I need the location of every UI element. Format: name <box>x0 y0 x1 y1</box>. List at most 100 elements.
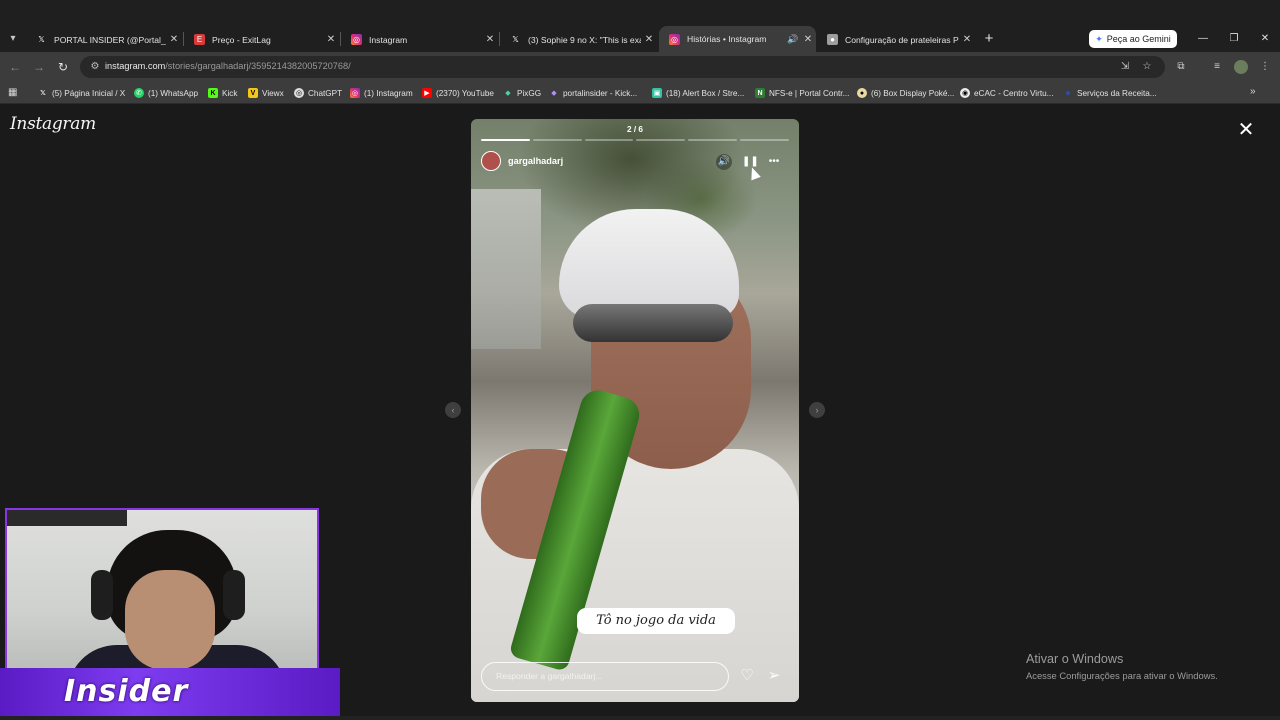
reload-button[interactable]: ↻ <box>55 59 71 75</box>
toolbar: ← → ↻ ⚙ instagram.com/stories/gargalhada… <box>0 52 1280 82</box>
gemini-button[interactable]: ✦ Peça ao Gemini <box>1089 30 1177 48</box>
close-icon[interactable]: ✕ <box>323 34 339 45</box>
instagram-logo[interactable]: Instagram <box>10 114 96 134</box>
close-icon[interactable]: ✕ <box>482 34 498 45</box>
close-icon[interactable]: ✕ <box>641 34 657 45</box>
tab-instagram[interactable]: ◎ Instagram ✕ <box>341 27 498 52</box>
windows-activation-watermark: Ativar o Windows Acesse Configurações pa… <box>1026 652 1218 681</box>
more-bookmarks-icon[interactable]: » <box>1250 86 1256 97</box>
bookmark-star-icon[interactable]: ☆ <box>1140 60 1154 74</box>
story-user-avatar[interactable] <box>481 151 501 171</box>
bookmark-x[interactable]: 𝕏 (5) Página Inicial / X <box>38 86 125 100</box>
menu-icon[interactable]: ⋮ <box>1257 60 1273 76</box>
extensions-icon[interactable]: ⧉ <box>1173 60 1189 76</box>
previous-story-button[interactable]: ‹ <box>445 402 461 418</box>
profile-avatar[interactable] <box>1234 60 1250 76</box>
ecac-icon: ◉ <box>960 88 970 98</box>
chatgpt-icon: ◎ <box>294 88 304 98</box>
insider-logo: Insider <box>64 674 189 709</box>
forward-button[interactable]: → <box>31 59 47 75</box>
progress-segment <box>740 139 789 141</box>
apps-grid-icon[interactable]: ▦ <box>8 87 20 99</box>
bookmark-label: Serviços da Receita... <box>1077 88 1157 98</box>
story-close-button[interactable]: ✕ <box>1236 120 1256 140</box>
back-button[interactable]: ← <box>7 59 23 75</box>
bookmark-label: (5) Página Inicial / X <box>52 88 126 98</box>
reply-input[interactable]: Responder a gargalhadarj... <box>481 662 729 691</box>
media-control-icon[interactable]: ≡ <box>1209 60 1225 76</box>
bookmark-label: Kick <box>222 88 238 98</box>
bookmark-youtube[interactable]: ▶ (2370) YouTube <box>422 86 494 100</box>
exitlag-icon: E <box>194 34 205 45</box>
bookmark-alert-box[interactable]: ▣ (18) Alert Box / Stre... <box>652 86 744 100</box>
bookmark-label: eCAC - Centro Virtu... <box>974 88 1054 98</box>
bookmark-chatgpt[interactable]: ◎ ChatGPT <box>294 86 342 100</box>
install-app-icon[interactable]: ⇲ <box>1118 60 1132 74</box>
close-icon[interactable]: ✕ <box>959 34 975 45</box>
pixgg-icon: ◆ <box>505 90 511 97</box>
new-tab-button[interactable]: + <box>980 30 998 48</box>
bookmark-instagram[interactable]: ◎ (1) Instagram <box>350 86 413 100</box>
url-text[interactable]: instagram.com/stories/gargalhadarj/35952… <box>105 61 351 71</box>
kick-icon: K <box>208 88 218 98</box>
site-info-icon[interactable]: ⚙ <box>88 60 102 74</box>
bookmark-portalinsider-kick[interactable]: ◆ portalinsider - Kick... <box>549 86 637 100</box>
kick-icon: ◆ <box>551 90 557 97</box>
activation-title: Ativar o Windows <box>1026 652 1124 666</box>
progress-segment <box>584 139 634 141</box>
bookmark-label: PixGG <box>517 88 542 98</box>
browser-window: ▾ 𝕏 PORTAL INSIDER (@Portal_Insid ✕ E Pr… <box>0 0 1280 720</box>
tab-title: PORTAL INSIDER (@Portal_Insid <box>54 34 166 45</box>
bookmark-kick[interactable]: K Kick <box>208 86 237 100</box>
nfse-icon: N <box>755 88 765 98</box>
bookmark-receita[interactable]: ◆ Serviços da Receita... <box>1063 86 1157 100</box>
whatsapp-icon: ✆ <box>134 88 144 98</box>
tab-sophie[interactable]: 𝕏 (3) Sophie 9 no X: "This is exact ✕ <box>500 27 657 52</box>
window-close-button[interactable]: ✕ <box>1256 30 1274 48</box>
restore-button[interactable]: ❐ <box>1225 30 1243 48</box>
tab-search-icon[interactable]: ▾ <box>4 30 22 48</box>
webcam-overlay <box>5 508 319 680</box>
story-header: gargalhadarj <box>481 151 563 171</box>
close-icon[interactable]: ✕ <box>166 34 182 45</box>
tab-portal-insider[interactable]: 𝕏 PORTAL INSIDER (@Portal_Insid ✕ <box>26 27 182 52</box>
instagram-icon: ◎ <box>669 33 680 45</box>
tab-historias-instagram[interactable]: ◎ Histórias • Instagram 🔊 ✕ <box>659 26 816 52</box>
volume-icon[interactable]: 🔊 <box>716 154 732 170</box>
progress-segment <box>688 139 738 141</box>
story-image-sunglasses <box>573 304 733 342</box>
x-icon: 𝕏 <box>38 35 45 44</box>
bookmark-nfse[interactable]: N NFS-e | Portal Contr... <box>755 86 849 100</box>
sparkle-icon: ✦ <box>1095 33 1103 44</box>
minimize-button[interactable]: — <box>1194 30 1212 48</box>
story-viewer[interactable]: 2 / 6 gargalhadarj 🔊 ❚❚ ••• Tô no jogo d… <box>471 119 799 702</box>
close-icon[interactable]: ✕ <box>800 34 816 45</box>
shop-icon: ● <box>857 88 867 98</box>
bookmark-box-display[interactable]: ● (6) Box Display Poké... <box>857 86 954 100</box>
bookmark-viewx[interactable]: V Viewx <box>248 86 284 100</box>
instagram-icon: ◎ <box>351 34 362 45</box>
more-options-icon[interactable]: ••• <box>766 154 782 170</box>
headphone-left <box>91 570 113 620</box>
headphone-right <box>223 570 245 620</box>
x-icon: 𝕏 <box>512 35 519 44</box>
tab-exitlag[interactable]: E Preço - ExitLag ✕ <box>184 27 339 52</box>
speaker-icon[interactable]: 🔊 <box>786 34 800 45</box>
tab-configuracao[interactable]: ● Configuração de prateleiras Po ✕ <box>817 27 975 52</box>
progress-segment <box>481 139 530 141</box>
bookmark-label: (1) WhatsApp <box>148 88 199 98</box>
bookmark-label: NFS-e | Portal Contr... <box>769 88 850 98</box>
story-username[interactable]: gargalhadarj <box>508 156 563 166</box>
bookmarks-bar: ▦ 𝕏 (5) Página Inicial / X ✆ (1) WhatsApp … <box>0 82 1280 104</box>
bookmark-ecac[interactable]: ◉ eCAC - Centro Virtu... <box>960 86 1053 100</box>
instagram-icon: ◎ <box>350 88 360 98</box>
bookmark-pixgg[interactable]: ◆ PixGG <box>503 86 541 100</box>
activation-subtitle: Acesse Configurações para ativar o Windo… <box>1026 670 1218 681</box>
bottom-edge <box>0 716 1280 720</box>
heart-icon[interactable]: ♡ <box>738 667 756 685</box>
send-icon[interactable]: ➢ <box>765 667 783 685</box>
bookmark-whatsapp[interactable]: ✆ (1) WhatsApp <box>134 86 198 100</box>
address-bar[interactable]: ⚙ instagram.com/stories/gargalhadarj/359… <box>80 56 1165 78</box>
next-story-button[interactable]: › <box>809 402 825 418</box>
tab-title: Configuração de prateleiras Po <box>845 34 959 45</box>
